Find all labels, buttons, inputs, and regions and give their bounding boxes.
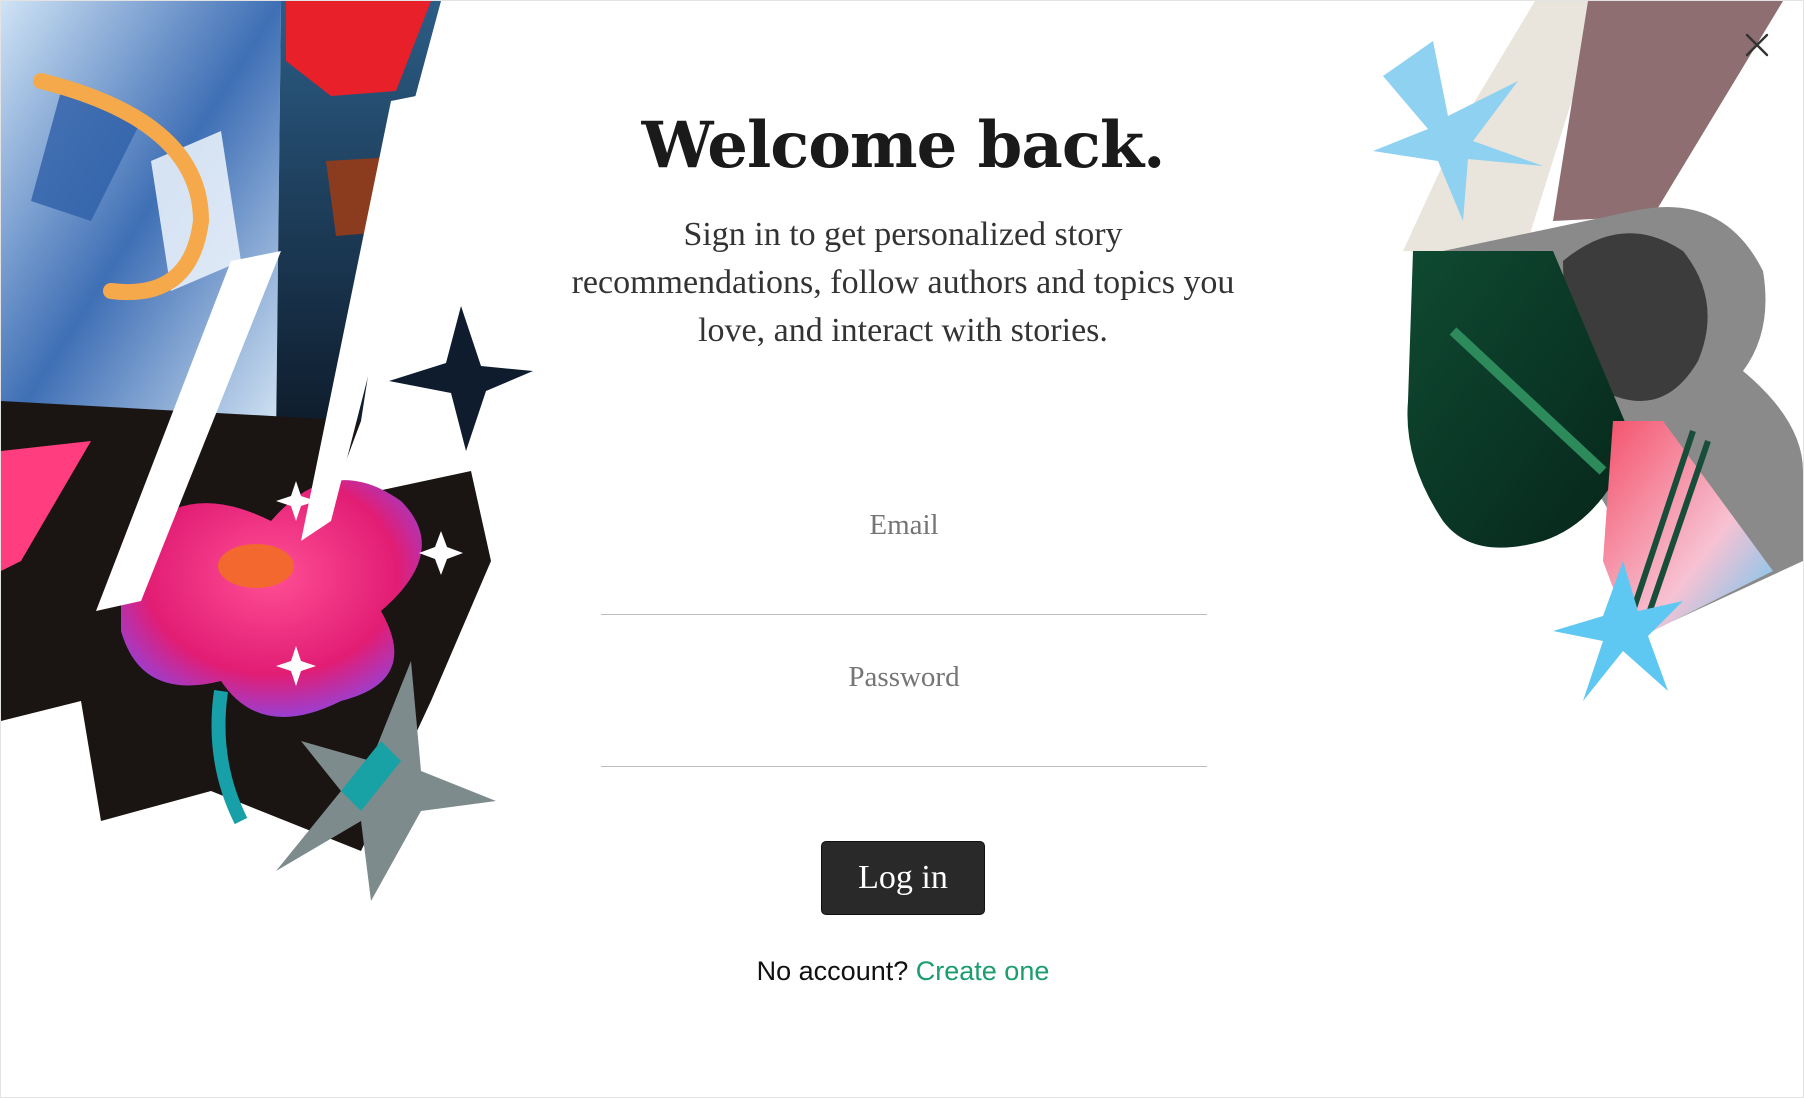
left-illustration	[1, 1, 533, 901]
page-subtitle: Sign in to get personalized story recomm…	[571, 216, 1235, 349]
right-illustration	[1373, 1, 1803, 701]
password-field[interactable]	[601, 694, 1207, 767]
password-field-group: Password	[601, 661, 1207, 767]
dialog-header: Welcome back. Sign in to get personalize…	[561, 101, 1245, 355]
signup-prompt-text: No account?	[756, 956, 909, 986]
close-icon	[1745, 33, 1769, 57]
login-button[interactable]: Log in	[821, 841, 985, 915]
email-label: Email	[869, 509, 939, 541]
email-field-group: Email	[601, 509, 1207, 615]
page-title: Welcome back.	[641, 108, 1166, 183]
create-account-link[interactable]: Create one	[916, 956, 1050, 986]
login-dialog: Welcome back. Sign in to get personalize…	[0, 0, 1804, 1098]
signup-prompt: No account? Create one	[561, 956, 1245, 987]
password-label: Password	[848, 661, 960, 693]
close-button[interactable]	[1741, 29, 1773, 61]
email-field[interactable]	[601, 542, 1207, 615]
